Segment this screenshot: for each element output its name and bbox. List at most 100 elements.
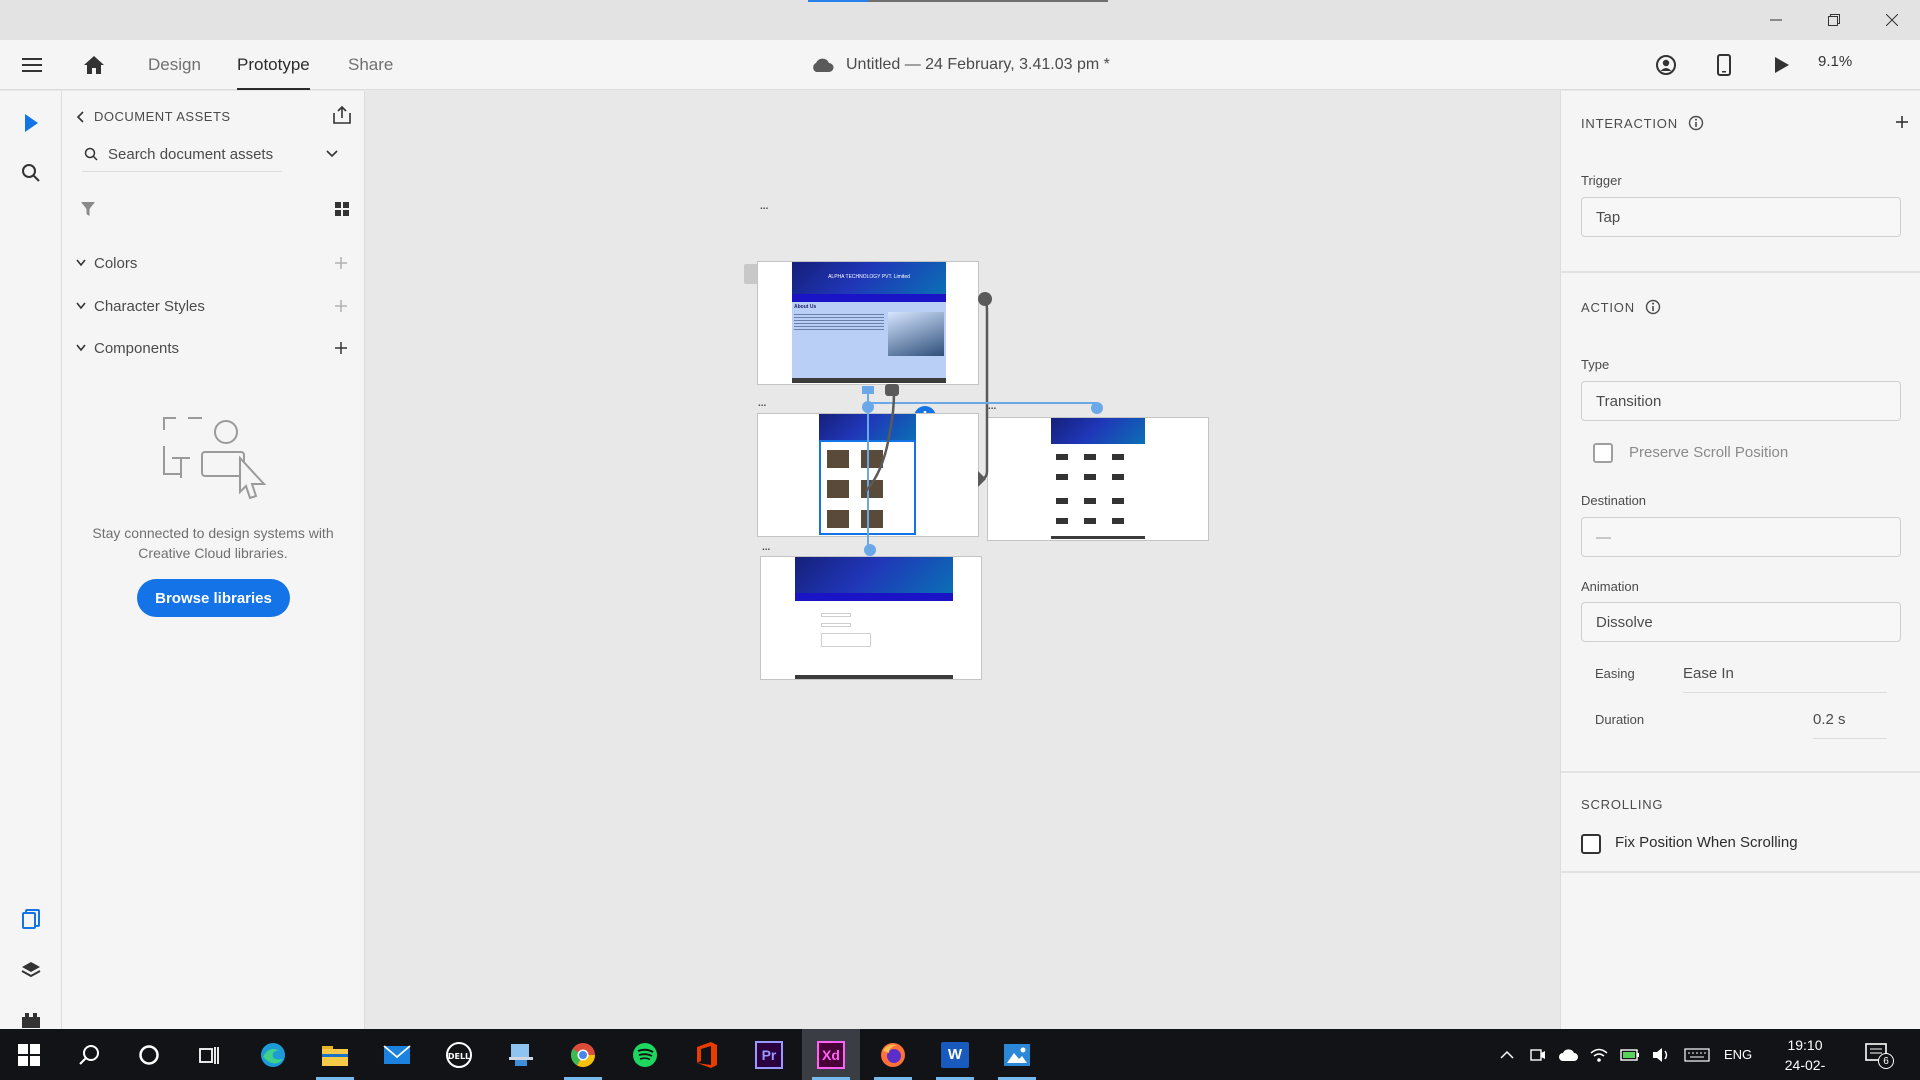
trigger-dropdown[interactable]: Tap xyxy=(1581,197,1901,237)
taskbar-word[interactable]: W xyxy=(926,1029,984,1080)
add-interaction-icon[interactable] xyxy=(1895,115,1909,129)
export-assets-button[interactable] xyxy=(332,105,352,130)
start-button[interactable] xyxy=(0,1029,58,1080)
zoom-level[interactable]: 9.1% xyxy=(1818,53,1852,70)
taskbar-photos[interactable] xyxy=(988,1029,1046,1080)
taskbar-office[interactable] xyxy=(678,1029,736,1080)
tab-prototype[interactable]: Prototype xyxy=(237,40,310,90)
dell-icon: DELL xyxy=(446,1041,472,1068)
scrolling-heading-label: SCROLLING xyxy=(1581,797,1664,812)
wire-connector[interactable] xyxy=(1091,402,1103,414)
mobile-device-icon xyxy=(1717,54,1731,76)
fix-position-checkbox[interactable] xyxy=(1581,834,1601,854)
home-button[interactable] xyxy=(74,40,114,90)
preserve-scroll-checkbox[interactable] xyxy=(1593,443,1613,463)
wire-handle[interactable] xyxy=(885,384,899,396)
destination-dropdown[interactable]: — xyxy=(1581,517,1901,557)
grid-view-button[interactable] xyxy=(334,201,350,222)
filter-button[interactable] xyxy=(80,201,96,222)
spotify-icon xyxy=(633,1042,657,1067)
layers-tool[interactable] xyxy=(0,950,62,990)
type-dropdown[interactable]: Transition xyxy=(1581,381,1901,421)
clock[interactable]: 19:10 24-02-2021 xyxy=(1770,1035,1840,1080)
device-preview-button[interactable] xyxy=(1704,40,1744,90)
share-user-button[interactable] xyxy=(1646,40,1686,90)
taskbar-premiere[interactable]: Pr xyxy=(740,1029,798,1080)
notifications-button[interactable]: 6 xyxy=(1864,1041,1894,1072)
add-character-style-icon[interactable] xyxy=(334,299,348,313)
taskbar-mail[interactable] xyxy=(368,1029,426,1080)
info-icon[interactable] xyxy=(1645,299,1661,315)
chevron-down-icon[interactable] xyxy=(326,150,338,158)
onedrive-icon[interactable] xyxy=(1558,1048,1578,1062)
duration-underline xyxy=(1813,738,1887,739)
fix-position-label: Fix Position When Scrolling xyxy=(1615,834,1798,851)
adobe-xd-label: Xd xyxy=(822,1046,840,1063)
taskbar-spotify[interactable] xyxy=(616,1029,674,1080)
section-character-styles[interactable]: Character Styles xyxy=(76,294,356,318)
animation-dropdown[interactable]: Dissolve xyxy=(1581,602,1901,642)
section-colors[interactable]: Colors xyxy=(76,251,356,275)
tab-share[interactable]: Share xyxy=(348,40,393,90)
design-canvas[interactable]: ... ALPHA TECHNOLOGY PVT. Limited About … xyxy=(366,91,1560,1029)
taskbar-xd[interactable]: Xd xyxy=(802,1029,860,1080)
word-icon: W xyxy=(941,1041,969,1068)
menu-button[interactable] xyxy=(12,40,52,90)
close-button[interactable] xyxy=(1864,0,1920,40)
search-icon xyxy=(79,1044,99,1065)
duration-input[interactable]: 0.2 s xyxy=(1813,711,1846,728)
battery-icon[interactable] xyxy=(1620,1048,1640,1062)
wire-connector[interactable] xyxy=(862,401,874,413)
task-view-button[interactable] xyxy=(180,1029,238,1080)
meet-now-icon[interactable] xyxy=(1530,1047,1546,1063)
chevron-up-icon[interactable] xyxy=(1500,1050,1514,1060)
chevron-left-icon xyxy=(76,110,84,123)
search-input[interactable]: Search document assets xyxy=(108,146,273,163)
browse-libraries-button[interactable]: Browse libraries xyxy=(137,579,290,617)
taskbar-dell[interactable]: DELL xyxy=(430,1029,488,1080)
easing-dropdown[interactable]: Ease In xyxy=(1683,665,1734,682)
title-bar xyxy=(0,0,1920,40)
assets-search[interactable]: Search document assets xyxy=(82,139,344,169)
zoom-tool[interactable] xyxy=(0,153,62,193)
trigger-label: Trigger xyxy=(1581,173,1622,188)
wifi-icon[interactable] xyxy=(1590,1047,1608,1063)
add-component-icon[interactable] xyxy=(334,341,348,355)
info-icon[interactable] xyxy=(1688,115,1704,131)
taskbar-chrome[interactable] xyxy=(554,1029,612,1080)
taskbar-file-explorer[interactable] xyxy=(306,1029,364,1080)
section-components[interactable]: Components xyxy=(76,336,356,360)
cortana-icon xyxy=(139,1044,159,1065)
scrolling-heading: SCROLLING xyxy=(1581,797,1663,812)
task-view-icon xyxy=(199,1046,219,1064)
wire-handle[interactable] xyxy=(978,292,992,306)
wire-connector[interactable] xyxy=(864,544,876,556)
select-tool[interactable] xyxy=(0,103,62,143)
document-assets-tool[interactable] xyxy=(0,899,62,939)
easing-label: Easing xyxy=(1595,666,1635,681)
wire-link xyxy=(979,298,989,481)
minimize-button[interactable] xyxy=(1748,0,1804,40)
keyboard-icon[interactable] xyxy=(1684,1047,1710,1062)
taskbar-search-button[interactable] xyxy=(60,1029,118,1080)
taskbar-edge[interactable] xyxy=(244,1029,302,1080)
interaction-panel: INTERACTION Trigger Tap ACTION Type Tran… xyxy=(1560,91,1920,1029)
duration-label: Duration xyxy=(1595,712,1645,727)
restore-button[interactable] xyxy=(1806,0,1862,40)
wire-handle[interactable] xyxy=(862,386,874,394)
play-preview-button[interactable] xyxy=(1762,40,1802,90)
taskbar-firefox[interactable] xyxy=(864,1029,922,1080)
volume-icon[interactable] xyxy=(1652,1047,1670,1063)
assets-header[interactable]: DOCUMENT ASSETS xyxy=(76,109,231,124)
chevron-down-icon xyxy=(76,302,86,310)
cortana-button[interactable] xyxy=(120,1029,178,1080)
document-assets-panel: DOCUMENT ASSETS Search document assets C… xyxy=(62,91,365,1029)
word-label: W xyxy=(947,1046,963,1063)
plugins-icon xyxy=(22,1013,40,1028)
add-color-icon[interactable] xyxy=(334,256,348,270)
taskbar-app[interactable] xyxy=(492,1029,550,1080)
app-bar: Design Prototype Share Untitled — 24 Feb… xyxy=(0,40,1920,90)
language-indicator[interactable]: ENG xyxy=(1724,1047,1752,1062)
tab-design[interactable]: Design xyxy=(148,40,201,90)
adobe-xd-icon: Xd xyxy=(817,1040,845,1069)
